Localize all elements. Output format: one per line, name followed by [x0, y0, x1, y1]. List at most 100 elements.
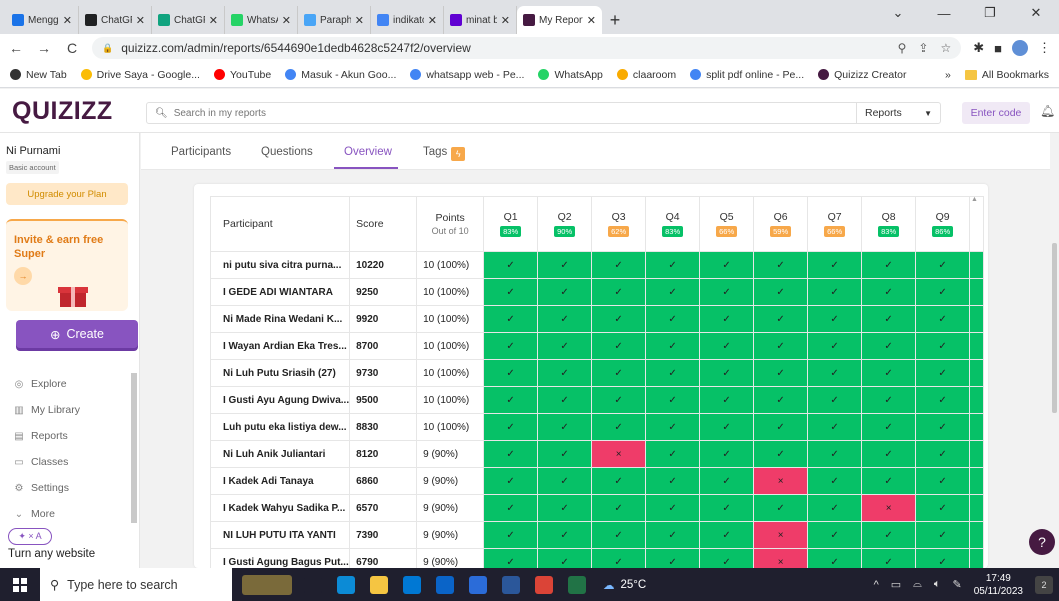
answer-correct-cell[interactable]: ✓ — [915, 548, 971, 568]
answer-correct-cell[interactable]: ✓ — [861, 440, 917, 468]
tab-tags[interactable]: Tags ϟ — [423, 146, 466, 161]
answer-correct-cell[interactable]: ✓ — [645, 251, 701, 279]
answer-correct-cell[interactable]: ✓ — [861, 251, 917, 279]
answer-correct-cell[interactable]: ✓ — [537, 332, 593, 360]
answer-correct-cell[interactable]: ✓ — [861, 386, 917, 414]
answer-correct-cell[interactable]: ✓ — [915, 413, 971, 441]
microsoft-store-icon[interactable] — [395, 568, 428, 601]
answer-correct-cell[interactable]: ✓ — [591, 386, 647, 414]
sidepanel-icon[interactable]: ■ — [994, 41, 1002, 56]
answer-correct-cell[interactable]: ✓ — [753, 251, 809, 279]
answer-correct-cell[interactable]: ✓ — [699, 278, 755, 306]
participant-name[interactable]: I Gusti Ayu Agung Dwiva... — [209, 386, 351, 414]
col-question[interactable]: Q2 90% — [537, 196, 593, 252]
answer-correct-cell[interactable]: ✓ — [861, 467, 917, 495]
participant-name[interactable]: I Kadek Wahyu Sadika P... — [209, 494, 351, 522]
bookmark-item[interactable]: WhatsApp — [538, 69, 603, 81]
answer-correct-cell[interactable]: ✓ — [753, 332, 809, 360]
table-row[interactable]: I Gusti Ayu Agung Dwiva... 9500 10 (100%) ✓… — [209, 386, 985, 414]
answer-correct-cell[interactable]: ✓ — [483, 278, 539, 306]
tab-overview[interactable]: Overview — [344, 146, 392, 158]
upgrade-plan-button[interactable]: Upgrade your Plan — [6, 183, 128, 205]
table-row[interactable]: Ni Luh Putu Sriasih (27) 9730 10 (100%) ✓ ✓ ✓… — [209, 359, 985, 387]
answer-correct-cell[interactable]: ✓ — [483, 359, 539, 387]
sidebar-item-more[interactable]: ⌄ More — [14, 508, 124, 520]
answer-correct-cell[interactable]: ✓ — [699, 467, 755, 495]
answer-wrong-cell[interactable]: × — [753, 521, 809, 549]
answer-correct-cell[interactable]: ✓ — [699, 440, 755, 468]
table-row[interactable]: Luh putu eka listiya dew... 8830 10 (100%)… — [209, 413, 985, 441]
forward-icon[interactable]: → — [36, 40, 52, 56]
answer-correct-cell[interactable]: ✓ — [699, 359, 755, 387]
word-icon[interactable] — [494, 568, 527, 601]
answer-correct-cell[interactable]: ✓ — [645, 521, 701, 549]
reload-icon[interactable]: C — [64, 40, 80, 56]
answer-correct-cell[interactable]: ✓ — [591, 494, 647, 522]
arrow-right-icon[interactable]: → — [14, 267, 32, 285]
browser-tab[interactable]: ChatGPT ✕ — [152, 6, 225, 34]
answer-wrong-cell[interactable]: × — [753, 548, 809, 568]
sidebar-item-classes[interactable]: ▭ Classes — [14, 456, 124, 468]
answer-correct-cell[interactable]: ✓ — [483, 305, 539, 333]
all-bookmarks[interactable]: All Bookmarks — [964, 69, 1049, 81]
answer-correct-cell[interactable]: ✓ — [807, 305, 863, 333]
answer-correct-cell[interactable]: ✓ — [483, 548, 539, 568]
answer-correct-cell[interactable]: ✓ — [483, 332, 539, 360]
landscape-thumb-icon[interactable] — [238, 568, 296, 601]
answer-correct-cell[interactable]: ✓ — [753, 386, 809, 414]
answer-correct-cell[interactable]: ✓ — [807, 332, 863, 360]
battery-icon[interactable]: ▭ — [891, 578, 901, 591]
answer-correct-cell[interactable]: ✓ — [861, 278, 917, 306]
browser-tab[interactable]: minat berp ✕ — [444, 6, 517, 34]
answer-correct-cell[interactable]: ✓ — [915, 251, 971, 279]
browser-tab[interactable]: My Report ✕ — [517, 6, 602, 34]
col-question[interactable]: Q8 83% — [861, 196, 917, 252]
answer-correct-cell[interactable]: ✓ — [915, 521, 971, 549]
answer-correct-cell[interactable]: ✓ — [861, 413, 917, 441]
answer-correct-cell[interactable]: ✓ — [537, 251, 593, 279]
answer-wrong-cell[interactable]: × — [861, 494, 917, 522]
answer-wrong-cell[interactable]: × — [591, 440, 647, 468]
bookmark-item[interactable]: Quizizz Creator — [818, 69, 907, 81]
table-row[interactable]: NI LUH PUTU ITA YANTI 7390 9 (90%) ✓ ✓ ✓ ✓ ✓ × ✓ ✓… — [209, 521, 985, 549]
answer-correct-cell[interactable]: ✓ — [807, 251, 863, 279]
minimize-button[interactable]: — — [921, 0, 967, 26]
close-tab-icon[interactable]: ✕ — [282, 14, 291, 27]
answer-correct-cell[interactable]: ✓ — [699, 521, 755, 549]
network-icon[interactable]: ⌓ — [913, 578, 922, 591]
participant-name[interactable]: Ni Luh Anik Juliantari — [209, 440, 351, 468]
answer-correct-cell[interactable]: ✓ — [699, 305, 755, 333]
answer-correct-cell[interactable]: ✓ — [591, 305, 647, 333]
answer-correct-cell[interactable]: ✓ — [483, 413, 539, 441]
answer-correct-cell[interactable]: ✓ — [915, 359, 971, 387]
extension-promo[interactable]: ✦ × A Turn any website — [6, 528, 124, 568]
answer-correct-cell[interactable]: ✓ — [861, 332, 917, 360]
bookmark-item[interactable]: New Tab — [10, 69, 67, 81]
participant-name[interactable]: I Wayan Ardian Eka Tres... — [209, 332, 351, 360]
answer-correct-cell[interactable]: ✓ — [645, 386, 701, 414]
answer-correct-cell[interactable]: ✓ — [645, 548, 701, 568]
table-row[interactable]: I Kadek Wahyu Sadika P... 6570 9 (90%) ✓ ✓ ✓ ✓… — [209, 494, 985, 522]
answer-correct-cell[interactable]: ✓ — [537, 548, 593, 568]
answer-correct-cell[interactable]: ✓ — [915, 305, 971, 333]
sidebar-item-explore[interactable]: ◎ Explore — [14, 378, 124, 390]
answer-correct-cell[interactable]: ✓ — [753, 278, 809, 306]
answer-correct-cell[interactable]: ✓ — [753, 305, 809, 333]
answer-correct-cell[interactable]: ✓ — [915, 332, 971, 360]
sidebar-item-reports[interactable]: ▤ Reports — [14, 430, 124, 442]
answer-correct-cell[interactable]: ✓ — [645, 359, 701, 387]
bookmark-star-icon[interactable]: ☆ — [940, 41, 951, 55]
answer-correct-cell[interactable]: ✓ — [483, 440, 539, 468]
answer-correct-cell[interactable]: ✓ — [537, 278, 593, 306]
answer-correct-cell[interactable]: ✓ — [915, 386, 971, 414]
answer-correct-cell[interactable]: ✓ — [591, 548, 647, 568]
page-scrollbar[interactable] — [1050, 133, 1059, 568]
participant-name[interactable]: Ni Made Rina Wedani K... — [209, 305, 351, 333]
close-tab-icon[interactable]: ✕ — [501, 14, 510, 27]
answer-correct-cell[interactable]: ✓ — [483, 494, 539, 522]
answer-correct-cell[interactable]: ✓ — [483, 386, 539, 414]
windows-start-icon[interactable] — [0, 568, 40, 601]
answer-correct-cell[interactable]: ✓ — [645, 467, 701, 495]
answer-correct-cell[interactable]: ✓ — [807, 440, 863, 468]
col-question[interactable]: Q1 83% — [483, 196, 539, 252]
